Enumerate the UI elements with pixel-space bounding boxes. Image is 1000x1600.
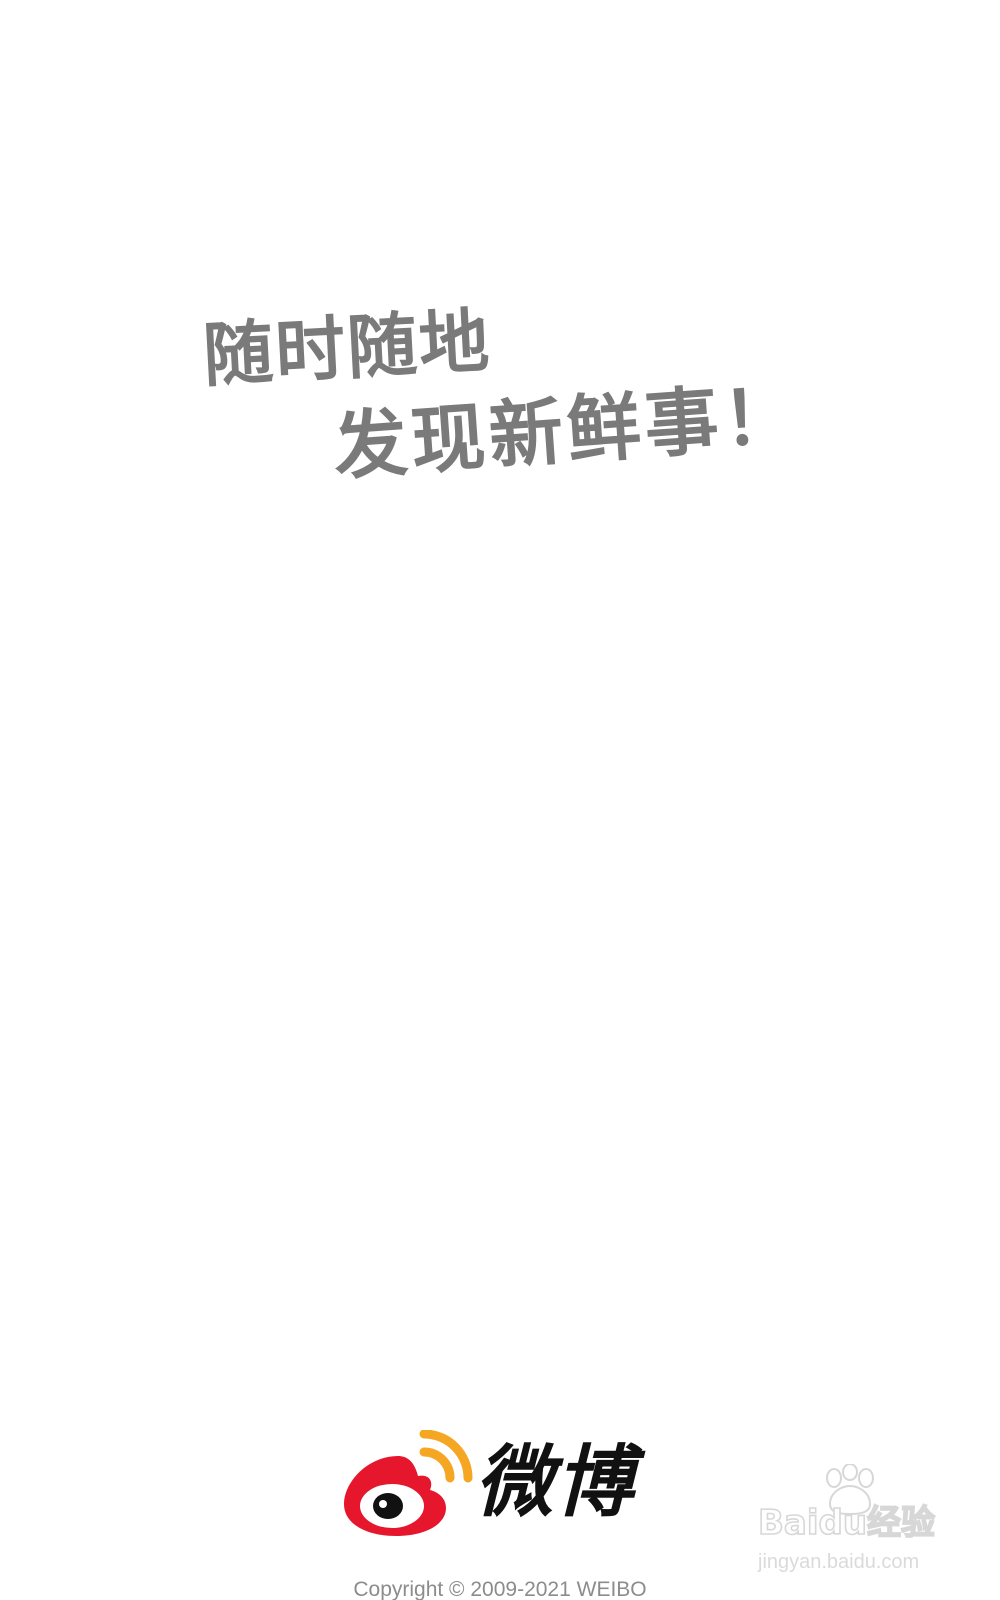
watermark-text: Baidu经验 [757,1503,936,1543]
watermark-url: jingyan.baidu.com [758,1551,920,1573]
baidu-watermark: Baidu经验 jingyan.baidu.com [757,1464,958,1584]
weibo-eye-logo-icon [344,1430,473,1536]
brand-lockup: 微博 [340,1430,660,1540]
splash-screen: 随时随地 发现新鲜事！ 微博 Copyright © 2009-2021 WEI… [0,0,1000,1600]
brand-name: 微博 [475,1437,636,1528]
